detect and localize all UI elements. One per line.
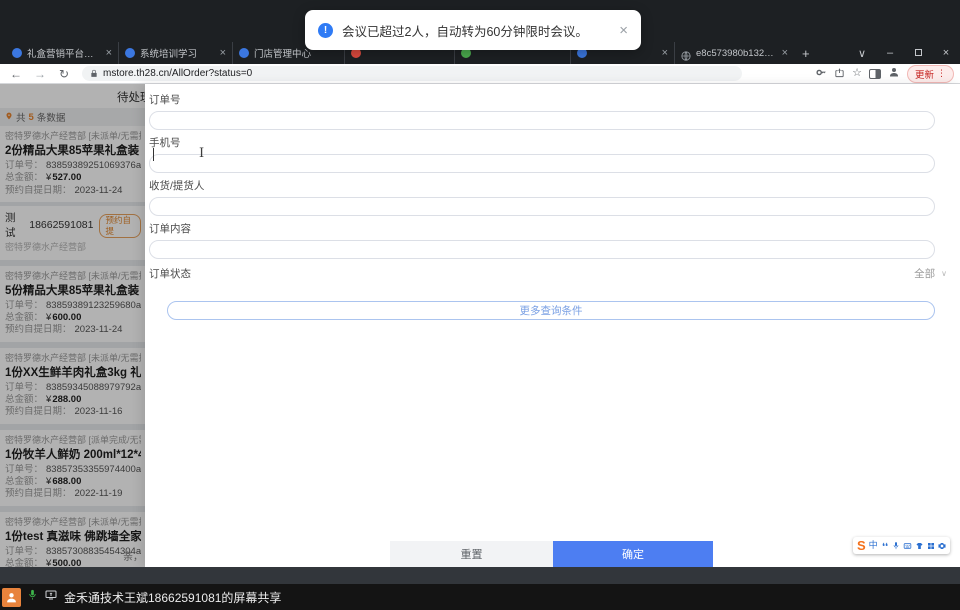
info-icon: ! [318, 22, 333, 38]
taskbar: 金禾通技术王斌18662591081的屏幕共享 [0, 584, 960, 610]
browser-toolbar: ← → ↻ mstore.th28.cn/AllOrder?status=0 ☆… [0, 64, 960, 84]
tab-close-icon[interactable]: × [782, 47, 788, 59]
ime-mic-icon[interactable] [892, 541, 900, 550]
address-bar[interactable]: mstore.th28.cn/AllOrder?status=0 [82, 66, 742, 81]
ime-settings-icon[interactable] [937, 542, 946, 550]
maximize-button[interactable] [904, 47, 932, 59]
chevron-down-icon: ∨ [941, 269, 947, 278]
ime-logo-icon[interactable]: S [857, 539, 866, 552]
tab-favicon [12, 48, 22, 58]
status-field-label: 订单状态 [149, 267, 191, 280]
side-panel-icon[interactable] [868, 68, 881, 79]
update-button[interactable]: 更新 ⋮ [906, 64, 954, 83]
toolbar-actions: ☆ 更新 ⋮ [816, 64, 954, 83]
mouse-ibeam-cursor: I [199, 146, 205, 161]
profile-avatar[interactable] [888, 65, 900, 83]
order-filter-drawer: 订单号 手机号 收货/提货人 订单内容 订单状态 全部 ∨ 更多查询条件 重置 … [145, 84, 960, 567]
ime-punctuation-icon[interactable] [881, 542, 889, 550]
tab-search-icon[interactable]: ∨ [848, 47, 876, 60]
dim-overlay [0, 84, 145, 567]
forward-button[interactable]: → [30, 68, 50, 80]
minimize-button[interactable]: – [876, 47, 904, 59]
text-caret [153, 148, 154, 161]
tab-close-icon[interactable]: × [220, 47, 226, 59]
content-field-label: 订单内容 [149, 223, 191, 235]
meeting-app-icon[interactable] [2, 587, 21, 607]
receiver-field-label: 收货/提货人 [149, 180, 205, 192]
maximize-icon [914, 49, 922, 56]
tab-hash[interactable]: e8c573980b1328a258fd2e6... × [674, 42, 794, 64]
reset-button[interactable]: 重置 [390, 541, 553, 567]
tab-favicon [239, 48, 249, 58]
microphone-icon[interactable] [27, 588, 38, 606]
tab-title: 系统培训学习 [140, 49, 198, 60]
bookmark-star-icon[interactable]: ☆ [852, 68, 862, 79]
tab-training[interactable]: 系统培训学习 × [118, 42, 232, 64]
ime-keyboard-icon[interactable] [903, 542, 912, 550]
menu-dots-icon: ⋮ [937, 68, 946, 78]
ime-skin-icon[interactable] [915, 542, 924, 550]
tab-close-icon[interactable]: × [106, 47, 112, 59]
phone-field-label: 手机号 [149, 137, 181, 149]
password-key-icon[interactable] [816, 65, 827, 83]
back-button[interactable]: ← [6, 68, 26, 80]
tab-close-icon[interactable]: × [662, 47, 668, 59]
notification-text: 会议已超过2人，自动转为60分钟限时会议。 [342, 24, 588, 39]
share-icon[interactable] [834, 65, 845, 83]
reload-button[interactable]: ↻ [54, 68, 74, 80]
tab-gift-platform[interactable]: 礼盒营销平台管理中心 × [6, 42, 118, 64]
more-filters-button[interactable]: 更多查询条件 [167, 301, 935, 320]
page-bottom-strip [0, 567, 960, 584]
ime-toolbox-icon[interactable] [927, 542, 935, 550]
ime-chinese-mode-icon[interactable]: 中 [869, 541, 878, 550]
url-text: mstore.th28.cn/AllOrder?status=0 [103, 68, 253, 79]
tab-title: 礼盒营销平台管理中心 [27, 49, 101, 60]
order-no-field-label: 订单号 [149, 94, 181, 106]
globe-icon [681, 48, 691, 61]
receiver-input[interactable] [149, 197, 935, 216]
tab-favicon [125, 48, 135, 58]
screen: 礼盒营销平台管理中心 × 系统培训学习 × 门店管理中心 [0, 0, 960, 610]
page-content: 待处理 共 5 条数据 密特罗德水产经营部 [未派单/无需拆单] 2份精品大果8… [0, 84, 960, 584]
phone-input[interactable] [149, 154, 935, 173]
window-controls: ∨ – × [848, 47, 960, 60]
ime-toolbar: S 中 [853, 537, 950, 554]
meeting-notification: ! 会议已超过2人，自动转为60分钟限时会议。 × [305, 10, 641, 50]
tab-title: e8c573980b1328a258fd2e6... [696, 47, 777, 59]
status-field[interactable]: 订单状态 全部 ∨ [149, 266, 947, 281]
status-selected-value: 全部 [914, 268, 936, 280]
screen-share-icon[interactable] [44, 588, 58, 606]
drawer-footer: 重置 确定 [390, 541, 713, 567]
update-label: 更新 [914, 69, 934, 81]
order-no-input[interactable] [149, 111, 935, 130]
window-close-button[interactable]: × [932, 47, 960, 59]
notification-close-icon[interactable]: × [619, 23, 628, 38]
screen-share-status: 金禾通技术王斌18662591081的屏幕共享 [64, 590, 282, 605]
new-tab-button[interactable]: + [802, 46, 810, 61]
content-input[interactable] [149, 240, 935, 259]
lock-icon [90, 65, 98, 83]
confirm-button[interactable]: 确定 [553, 541, 713, 567]
